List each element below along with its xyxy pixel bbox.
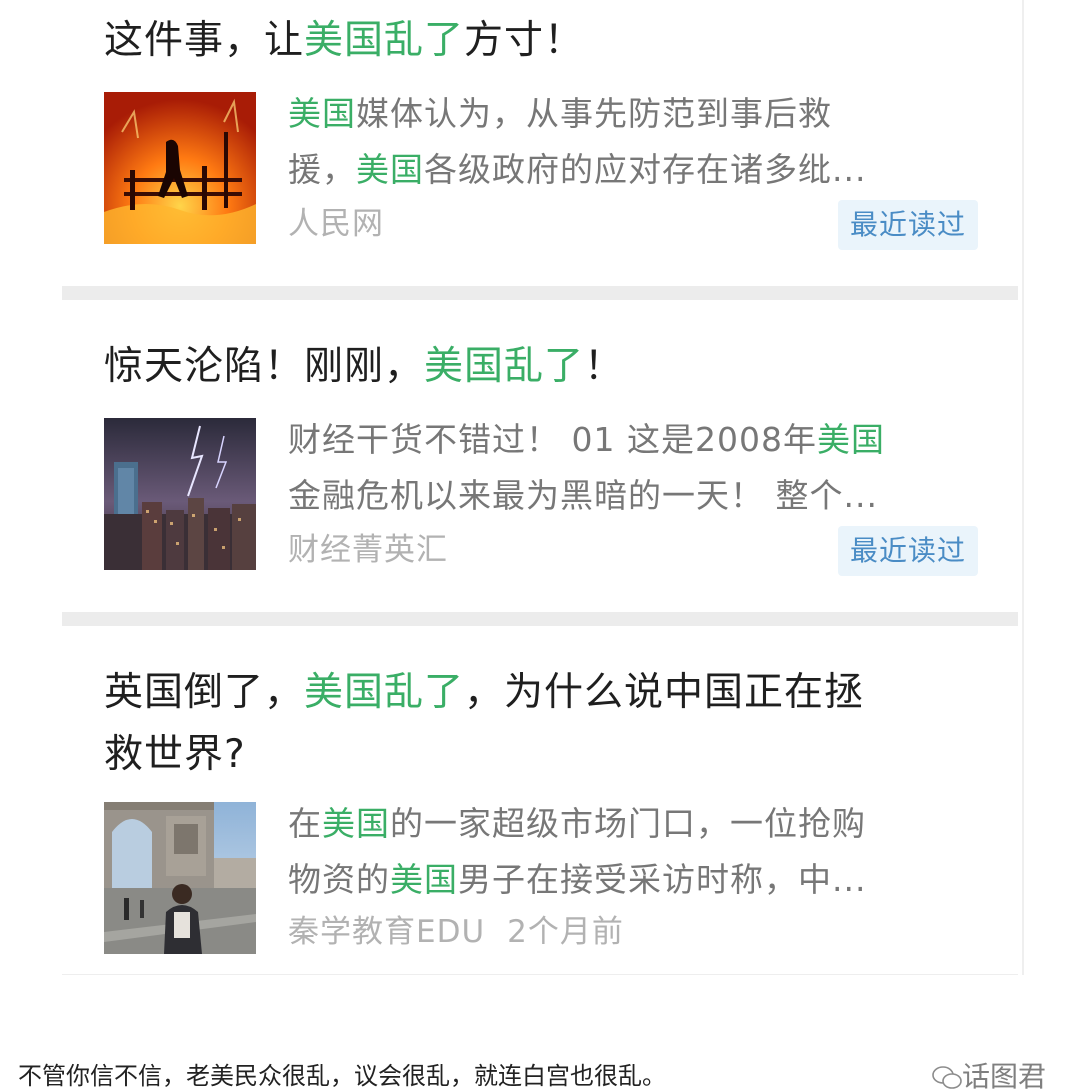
watermark-text: 话图君: [962, 1060, 1047, 1092]
snippet-highlight: 美国: [288, 94, 356, 133]
article-title[interactable]: 惊天沦陷！刚刚，美国乱了！: [104, 336, 984, 398]
list-right-border: [1022, 0, 1024, 975]
city-lightning-photo-icon: [104, 418, 256, 570]
title-highlight: 美国乱了: [304, 670, 465, 715]
wechat-icon: [932, 1066, 962, 1089]
screenshot-page: 这件事，让美国乱了方寸！ 美国媒体认为，从事先防范到事后救 援，美国各级政府的应…: [0, 0, 1080, 1092]
snippet-text: 物资的: [288, 860, 390, 899]
section-divider: [62, 612, 1018, 626]
title-text: 英国倒了，: [104, 670, 305, 715]
snippet-text: 各级政府的应对存在诸多纰...: [424, 150, 867, 189]
snippet-text: 的一家超级市场门口，一位抢购: [390, 804, 866, 843]
article-snippet: 在美国的一家超级市场门口，一位抢购 物资的美国男子在接受采访时称，中...: [288, 796, 968, 908]
section-divider: [62, 286, 1018, 300]
post-caption: 不管你信不信，老美民众很乱，议会很乱，就连白宫也很乱。: [18, 1064, 666, 1090]
article-source: 人民网: [288, 206, 384, 242]
list-bottom-border: [62, 974, 1018, 975]
title-text: ，为什么说中国正在拯: [464, 670, 865, 715]
wildfire-photo-icon: [104, 92, 256, 244]
article-title[interactable]: 英国倒了，美国乱了，为什么说中国正在拯 救世界?: [104, 662, 984, 786]
snippet-highlight: 美国: [356, 150, 424, 189]
list-item[interactable]: 惊天沦陷！刚刚，美国乱了！ 财经干货不错过！ 01 这是2008年美国 金融危机…: [62, 300, 1018, 612]
snippet-text: 男子在接受采访时称，中...: [458, 860, 867, 899]
snippet-text: 在: [288, 804, 322, 843]
article-thumbnail[interactable]: [104, 92, 256, 244]
snippet-text: 援，: [288, 150, 356, 189]
article-thumbnail[interactable]: [104, 418, 256, 570]
article-time: 2个月前: [507, 914, 624, 950]
list-item[interactable]: 这件事，让美国乱了方寸！ 美国媒体认为，从事先防范到事后救 援，美国各级政府的应…: [62, 0, 1018, 286]
title-text: 这件事，让: [104, 18, 305, 63]
title-text: 方寸！: [464, 18, 585, 63]
title-text: 救世界?: [104, 732, 246, 777]
article-snippet: 美国媒体认为，从事先防范到事后救 援，美国各级政府的应对存在诸多纰...: [288, 86, 968, 198]
title-highlight: 美国乱了: [424, 344, 585, 389]
snippet-text: 媒体认为，从事先防范到事后救: [356, 94, 832, 133]
title-text: 惊天沦陷！刚刚，: [104, 344, 425, 389]
article-meta: 秦学教育EDU 2个月前: [288, 912, 624, 952]
recently-read-badge: 最近读过: [837, 200, 978, 250]
title-text: ！: [584, 344, 625, 389]
watermark: 话图君: [932, 1062, 1046, 1092]
recently-read-badge: 最近读过: [837, 526, 978, 576]
article-snippet: 财经干货不错过！ 01 这是2008年美国 金融危机以来最为黑暗的一天！ 整个.…: [288, 412, 968, 524]
snippet-highlight: 美国: [390, 860, 458, 899]
arc-de-triomphe-photo-icon: [104, 802, 256, 954]
snippet-text: 金融危机以来最为黑暗的一天！ 整个...: [288, 476, 878, 515]
list-item[interactable]: 英国倒了，美国乱了，为什么说中国正在拯 救世界? 在美国的一家超级市场门口，一位…: [62, 626, 1018, 974]
article-source: 财经菁英汇: [288, 532, 448, 568]
title-highlight: 美国乱了: [304, 18, 465, 63]
article-source: 秦学教育EDU: [288, 914, 486, 950]
snippet-highlight: 美国: [322, 804, 390, 843]
article-thumbnail[interactable]: [104, 802, 256, 954]
snippet-highlight: 美国: [816, 420, 885, 459]
snippet-text: 财经干货不错过！ 01 这是2008年: [288, 420, 817, 459]
article-title[interactable]: 这件事，让美国乱了方寸！: [104, 10, 984, 72]
